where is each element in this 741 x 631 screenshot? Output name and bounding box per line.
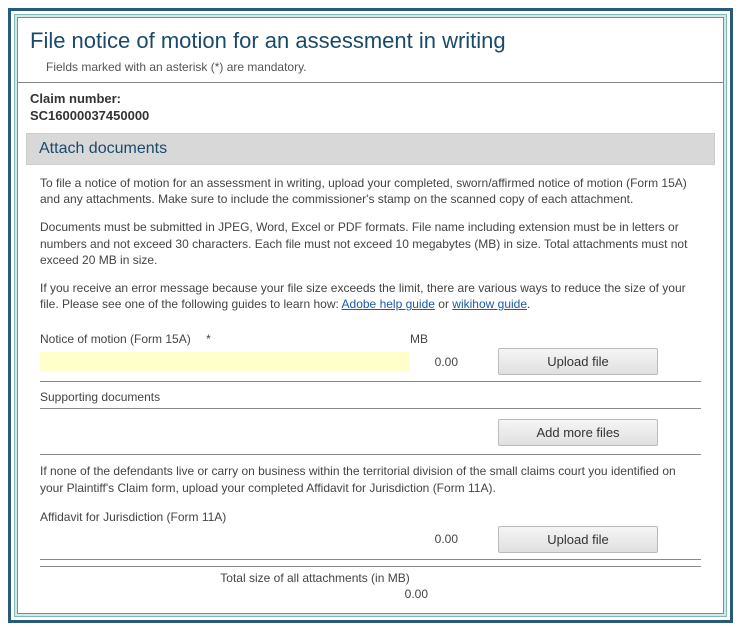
claim-number-label: Claim number: bbox=[30, 91, 711, 106]
section-title: Attach documents bbox=[39, 140, 167, 157]
instructions-block: To file a notice of motion for an assess… bbox=[18, 165, 723, 328]
affidavit-header-row: Affidavit for Jurisdiction (Form 11A) bbox=[40, 510, 701, 524]
notice-of-motion-label: Notice of motion (Form 15A) bbox=[40, 332, 191, 346]
instruction-paragraph-1: To file a notice of motion for an assess… bbox=[40, 175, 701, 207]
claim-number-value: SC16000037450000 bbox=[30, 108, 711, 123]
affidavit-conditional-note: If none of the defendants live or carry … bbox=[18, 455, 723, 505]
affidavit-label: Affidavit for Jurisdiction (Form 11A) bbox=[40, 510, 410, 524]
instruction-p3-mid: or bbox=[435, 297, 452, 311]
total-size-label: Total size of all attachments (in MB) bbox=[160, 571, 470, 585]
inner-frame: File notice of motion for an assessment … bbox=[14, 14, 727, 617]
notice-label-wrap: Notice of motion (Form 15A) * bbox=[40, 332, 410, 346]
affidavit-file-size: 0.00 bbox=[410, 532, 470, 546]
outer-frame: File notice of motion for an assessment … bbox=[8, 8, 733, 623]
notice-upload-controls: 0.00 Upload file bbox=[40, 348, 701, 382]
page-title: File notice of motion for an assessment … bbox=[18, 18, 723, 58]
affidavit-file-input[interactable] bbox=[40, 529, 410, 549]
total-size-value: 0.00 bbox=[160, 587, 470, 601]
notice-file-size: 0.00 bbox=[410, 355, 470, 369]
total-section: Total size of all attachments (in MB) 0.… bbox=[40, 566, 701, 613]
notice-upload-row: Notice of motion (Form 15A) * MB 0.00 Up… bbox=[18, 328, 723, 382]
add-more-row: Add more files bbox=[18, 415, 723, 454]
supporting-documents-label: Supporting documents bbox=[40, 388, 701, 409]
mb-column-header: MB bbox=[410, 332, 470, 346]
mandatory-note: Fields marked with an asterisk (*) are m… bbox=[18, 58, 723, 83]
claim-section: Claim number: SC16000037450000 bbox=[18, 83, 723, 129]
instruction-paragraph-3: If you receive an error message because … bbox=[40, 280, 701, 312]
section-header: Attach documents bbox=[26, 133, 715, 165]
notice-file-input[interactable] bbox=[40, 352, 410, 372]
instruction-paragraph-2: Documents must be submitted in JPEG, Wor… bbox=[40, 219, 701, 268]
adobe-help-link[interactable]: Adobe help guide bbox=[342, 297, 435, 311]
required-asterisk: * bbox=[194, 332, 211, 346]
affidavit-upload-row: Affidavit for Jurisdiction (Form 11A) 0.… bbox=[18, 506, 723, 560]
upload-affidavit-button[interactable]: Upload file bbox=[498, 526, 658, 553]
affidavit-upload-controls: 0.00 Upload file bbox=[40, 526, 701, 560]
instruction-p3-end: . bbox=[527, 297, 530, 311]
add-more-files-button[interactable]: Add more files bbox=[498, 419, 658, 446]
upload-notice-button[interactable]: Upload file bbox=[498, 348, 658, 375]
content-panel: File notice of motion for an assessment … bbox=[17, 17, 724, 614]
upload-header-row: Notice of motion (Form 15A) * MB bbox=[40, 332, 701, 346]
wikihow-link[interactable]: wikihow guide bbox=[452, 297, 527, 311]
